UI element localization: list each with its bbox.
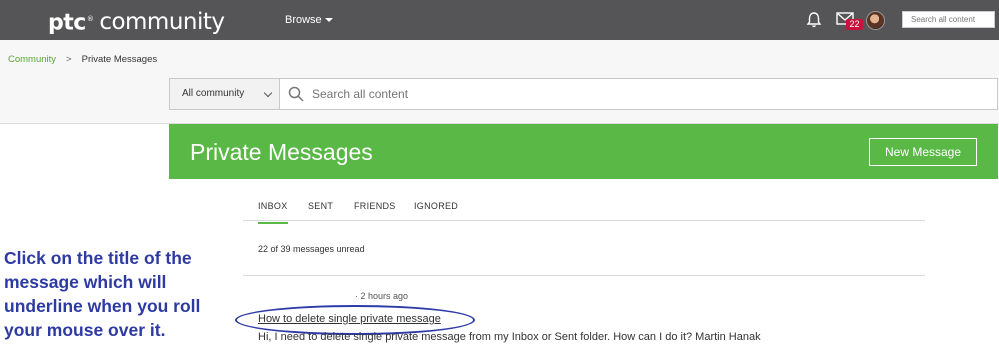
registered-mark: ® xyxy=(86,15,94,23)
message-snippet: Hi, I need to delete single private mess… xyxy=(258,331,761,343)
mail-count-badge: 22 xyxy=(846,19,863,30)
logo-community-text: community xyxy=(99,9,225,36)
breadcrumb-community-link[interactable]: Community xyxy=(8,54,56,65)
tab-sent[interactable]: SENT xyxy=(308,201,333,211)
logo-ptc-text: ptc xyxy=(48,10,86,36)
browse-label: Browse xyxy=(285,14,322,26)
message-tabs: INBOX SENT FRIENDS IGNORED xyxy=(243,193,925,224)
caret-down-icon xyxy=(324,18,333,23)
breadcrumb-separator: > xyxy=(66,54,72,65)
message-timestamp: · 2 hours ago xyxy=(355,291,409,301)
browse-menu[interactable]: Browse xyxy=(285,14,333,26)
instruction-annotation: Click on the title of the message which … xyxy=(4,248,201,340)
search-scope-dropdown[interactable]: All community xyxy=(169,78,280,110)
tab-friends[interactable]: FRIENDS xyxy=(354,201,396,211)
user-avatar[interactable] xyxy=(866,11,885,30)
tab-ignored[interactable]: IGNORED xyxy=(414,201,458,211)
new-message-button[interactable]: New Message xyxy=(869,138,977,166)
header-search-input[interactable] xyxy=(902,11,995,28)
breadcrumb: Community > Private Messages xyxy=(8,54,157,65)
unread-count: 22 of 39 messages unread xyxy=(258,244,365,254)
search-input[interactable] xyxy=(312,86,912,102)
search-scope-label: All community xyxy=(182,88,245,99)
tab-inbox[interactable]: INBOX xyxy=(258,201,288,224)
page-title: Private Messages xyxy=(190,139,373,165)
ptc-community-logo[interactable]: ptc® community xyxy=(48,5,225,37)
bell-icon[interactable] xyxy=(806,11,822,29)
breadcrumb-current: Private Messages xyxy=(81,54,158,65)
divider xyxy=(243,275,925,276)
chevron-down-icon xyxy=(263,88,273,98)
search-icon xyxy=(288,86,304,102)
